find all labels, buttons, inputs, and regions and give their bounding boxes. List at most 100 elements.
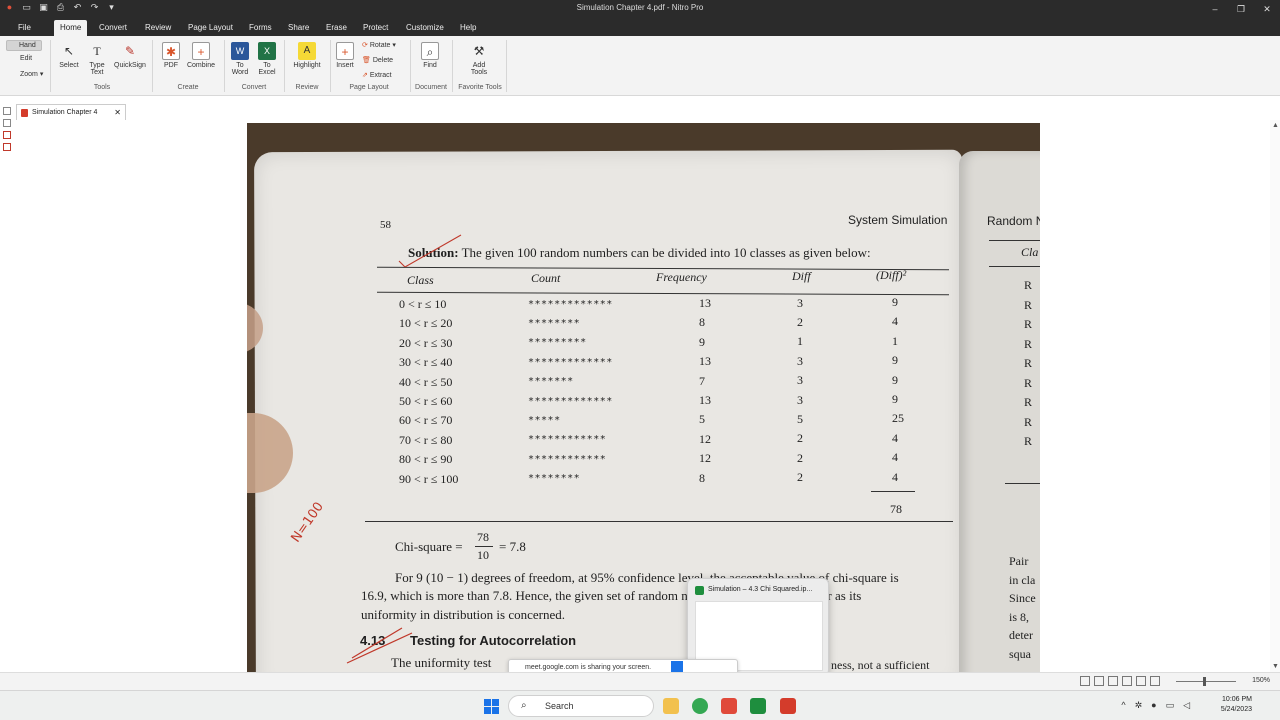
tab-convert[interactable]: Convert <box>93 20 133 36</box>
colab-taskbar-icon[interactable] <box>750 698 766 714</box>
right-page-head: Random N <box>987 214 1040 228</box>
brightness-icon[interactable]: ✲ <box>1135 700 1143 711</box>
document-tab[interactable]: Simulation Chapter 4 ✕ <box>16 104 126 120</box>
tab-protect[interactable]: Protect <box>357 20 394 36</box>
count-cell: ********* <box>528 337 587 349</box>
combine-button[interactable]: + Combine <box>184 42 218 69</box>
diff-cell: 2 <box>797 450 803 465</box>
tab-page-layout[interactable]: Page Layout <box>182 20 239 36</box>
edit-tool[interactable]: Edit <box>8 55 32 62</box>
windows-start-icon[interactable] <box>484 699 499 714</box>
scroll-up-icon[interactable]: ▲ <box>1272 122 1279 129</box>
diff-cell: 2 <box>797 470 803 485</box>
tab-customize[interactable]: Customize <box>400 20 450 36</box>
delete-button[interactable]: 🗑 Delete <box>362 56 393 64</box>
highlight-button[interactable]: A Highlight <box>288 42 326 69</box>
header-class: Class <box>407 273 434 287</box>
extract-button[interactable]: ⇗ Extract <box>362 71 392 79</box>
to-word-button[interactable]: W To Word <box>228 42 252 76</box>
bookmarks-icon[interactable] <box>3 119 11 127</box>
volume-icon[interactable]: ◁ <box>1183 700 1190 711</box>
single-page-icon[interactable] <box>1080 676 1090 686</box>
chevron-up-icon[interactable]: ^ <box>1121 700 1125 711</box>
diff-squared-cell: 9 <box>892 372 898 387</box>
minimize-button[interactable]: – <box>1202 0 1228 18</box>
chrome-icon[interactable] <box>692 698 708 714</box>
separator <box>452 40 453 92</box>
taskbar-search[interactable]: ⌕ Search <box>508 695 654 717</box>
extract-icon: ⇗ <box>362 72 368 79</box>
diff-cell: 5 <box>797 411 803 426</box>
rotate-label: Rotate <box>369 42 391 49</box>
class-cell: 70 < r ≤ 80 <box>399 432 453 447</box>
separator <box>330 40 331 92</box>
status-bar: 150% <box>0 672 1280 690</box>
microphone-icon[interactable]: ● <box>1151 700 1156 711</box>
paragraph-line: uniformity in distribution is concerned. <box>361 607 565 622</box>
highlight-label: Highlight <box>293 62 321 69</box>
rotate-button[interactable]: ⟳ Rotate ▾ <box>362 41 396 49</box>
tab-share[interactable]: Share <box>282 20 315 36</box>
tab-review[interactable]: Review <box>139 20 177 36</box>
tab-file[interactable]: File <box>12 20 37 36</box>
diff-cell: 1 <box>797 334 803 349</box>
zoom-slider-handle[interactable] <box>1203 677 1206 686</box>
count-cell: ***** <box>528 414 561 426</box>
type-text-button[interactable]: T Type Text <box>84 42 110 76</box>
add-tools-button[interactable]: ⚒ Add Tools <box>466 42 492 76</box>
tab-erase[interactable]: Erase <box>320 20 353 36</box>
clock[interactable]: 10:06 PM 5/24/2023 <box>1221 695 1252 715</box>
total-value: 78 <box>890 502 902 516</box>
pdf-app-icon[interactable] <box>780 698 796 714</box>
attachments-icon[interactable] <box>3 131 11 139</box>
group-convert: Convert <box>241 84 267 91</box>
pdf-button[interactable]: ✱ PDF <box>158 42 184 69</box>
continuous-icon[interactable] <box>1094 676 1104 686</box>
document-tabs: Simulation Chapter 4 ✕ <box>16 104 1280 120</box>
facing-icon[interactable] <box>1108 676 1118 686</box>
tab-home[interactable]: Home <box>54 20 88 36</box>
frequency-cell: 12 <box>699 451 711 466</box>
diff-squared-cell: 9 <box>892 353 898 368</box>
maximize-button[interactable]: ❐ <box>1228 0 1254 18</box>
diff-squared-cell: 4 <box>892 469 898 484</box>
separator <box>50 40 51 92</box>
nitro-app-icon[interactable] <box>721 698 737 714</box>
hand-tool[interactable]: Hand <box>6 40 42 51</box>
select-button[interactable]: ↖ Select <box>56 42 82 69</box>
file-explorer-icon[interactable] <box>663 698 679 714</box>
diff-squared-cell: 4 <box>892 430 898 445</box>
frequency-cell: 8 <box>699 470 705 485</box>
fit-width-icon[interactable] <box>1150 676 1160 686</box>
network-icon[interactable]: ▭ <box>1166 700 1175 711</box>
pages-icon[interactable] <box>3 107 11 115</box>
scroll-down-icon[interactable]: ▼ <box>1272 663 1279 670</box>
tab-help[interactable]: Help <box>454 20 482 36</box>
to-excel-button[interactable]: X To Excel <box>255 42 279 76</box>
zoom-slider[interactable] <box>1176 681 1236 682</box>
class-cell: 30 < r ≤ 40 <box>399 355 453 370</box>
tab-forms[interactable]: Forms <box>243 20 278 36</box>
right-page-line: R <box>1024 317 1033 331</box>
pdf-icon <box>21 109 28 117</box>
diff-cell: 3 <box>797 295 803 310</box>
close-button[interactable]: ✕ <box>1254 0 1280 18</box>
taskbar: ⌕ Search ^ ✲ ● ▭ ◁ 10:06 PM 5/24/2023 <box>0 690 1280 720</box>
left-panel-icons <box>2 104 14 664</box>
clock-date: 5/24/2023 <box>1220 706 1252 713</box>
zoom-tool[interactable]: Zoom ▾ <box>8 70 43 78</box>
vertical-scrollbar[interactable]: ▲ ▼ <box>1270 120 1280 672</box>
window-title: Simulation Chapter 4.pdf - Nitro Pro <box>576 3 704 12</box>
group-tools: Tools <box>93 84 111 91</box>
fraction-bar <box>475 546 493 547</box>
fit-page-icon[interactable] <box>1136 676 1146 686</box>
find-button[interactable]: ⌕ Find <box>418 42 442 69</box>
menu-bar: File Home Convert Review Page Layout For… <box>0 18 1280 36</box>
security-icon[interactable] <box>3 143 11 151</box>
facing-continuous-icon[interactable] <box>1122 676 1132 686</box>
quicksign-button[interactable]: ✎ QuickSign <box>110 42 150 69</box>
close-tab-icon[interactable]: ✕ <box>114 105 121 120</box>
insert-button[interactable]: + Insert <box>333 42 357 69</box>
diff-cell: 3 <box>797 353 803 368</box>
right-page-line: squa <box>1009 646 1031 661</box>
